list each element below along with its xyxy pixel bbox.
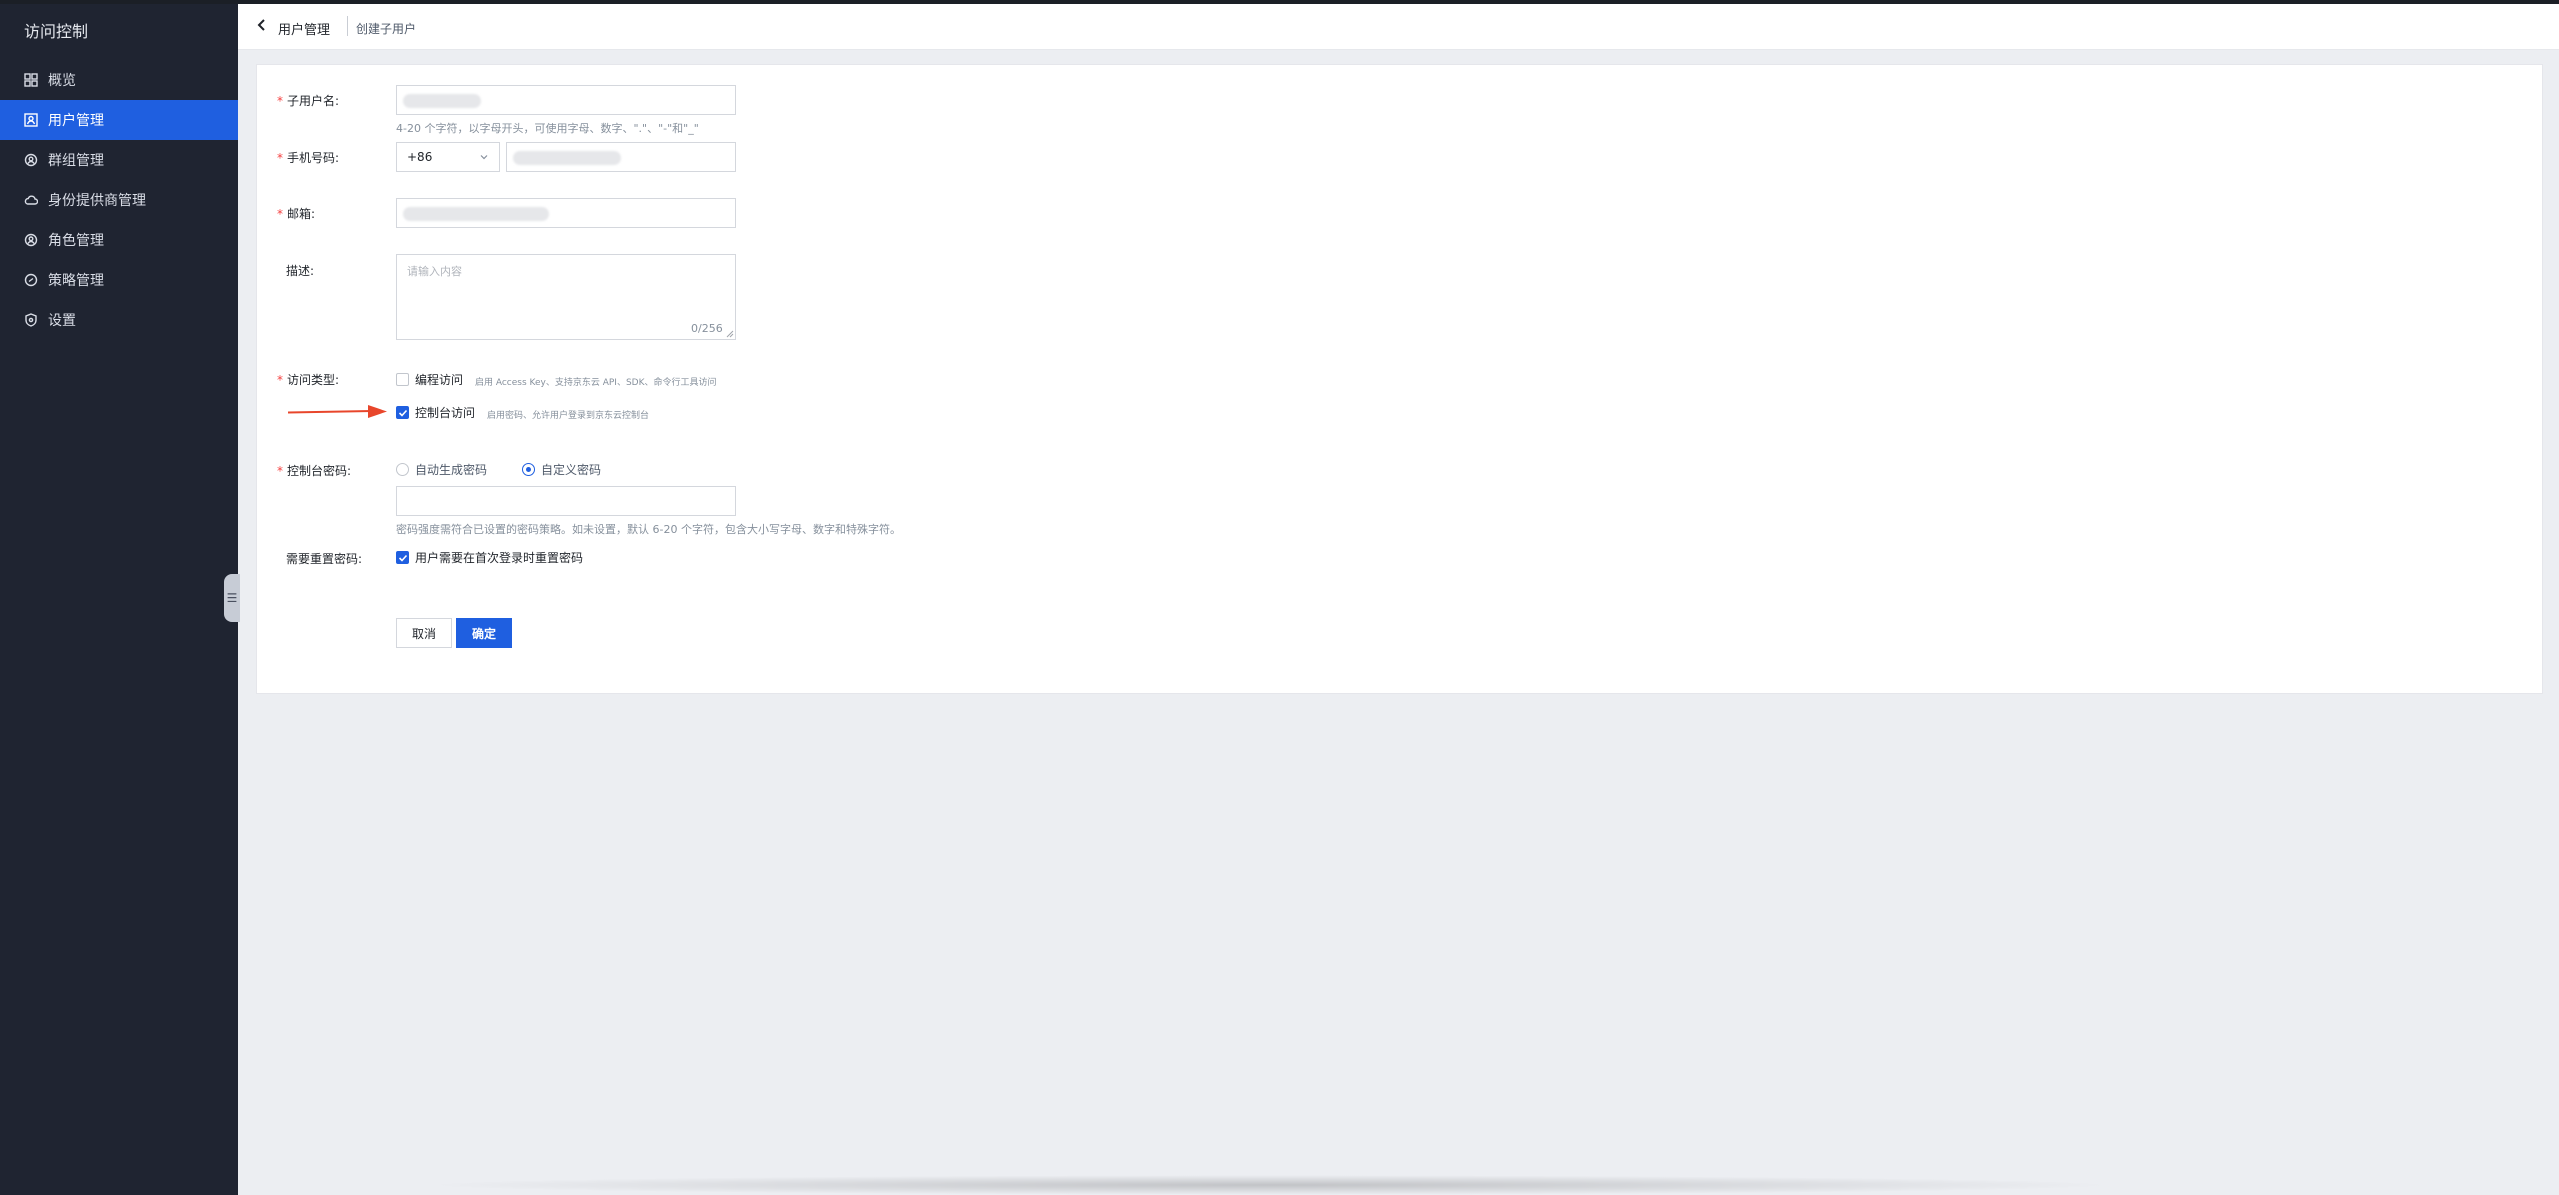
- sidebar-item-users[interactable]: 用户管理: [0, 100, 238, 140]
- reset-password-option-label[interactable]: 用户需要在首次登录时重置密码: [415, 549, 583, 566]
- console-access-hint: 启用密码、允许用户登录到京东云控制台: [487, 411, 650, 421]
- description-label: 描述:: [286, 264, 315, 278]
- custom-password-label[interactable]: 自定义密码: [541, 461, 601, 478]
- checkmark-icon: [398, 554, 408, 562]
- password-policy-hint: 密码强度需符合已设置的密码策略。如未设置，默认 6-20 个字符，包含大小写字母…: [396, 523, 901, 536]
- overview-icon: [24, 73, 38, 87]
- sidebar-item-overview[interactable]: 概览: [0, 60, 238, 100]
- confirm-button[interactable]: 确定: [456, 618, 512, 648]
- sidebar-item-policies[interactable]: 策略管理: [0, 260, 238, 300]
- group-icon: [24, 153, 38, 167]
- console-password-label: * 控制台密码:: [277, 464, 352, 478]
- username-input[interactable]: [396, 85, 736, 115]
- settings-icon: [24, 313, 38, 327]
- reset-password-label: 需要重置密码:: [286, 552, 363, 566]
- redacted-value: [403, 94, 481, 108]
- sidebar-item-label: 策略管理: [48, 273, 104, 289]
- sidebar: 访问控制 概览 用户管理 群组管理 身份提供商管理 角色管理 策略管理 设置: [0, 4, 238, 1195]
- breadcrumb-divider: [347, 16, 348, 36]
- breadcrumb-user-management[interactable]: 用户管理: [278, 19, 330, 38]
- cloud-icon: [24, 193, 38, 207]
- resize-handle-icon[interactable]: [726, 330, 734, 338]
- programmatic-access-label[interactable]: 编程访问: [415, 371, 463, 388]
- auto-generate-password-label[interactable]: 自动生成密码: [415, 461, 487, 478]
- sidebar-item-label: 设置: [48, 313, 76, 329]
- country-code-select[interactable]: +86: [396, 142, 500, 172]
- user-icon: [24, 113, 38, 127]
- reset-password-checkbox[interactable]: [396, 551, 409, 564]
- phone-label: * 手机号码:: [277, 151, 340, 165]
- cancel-button[interactable]: 取消: [396, 618, 452, 648]
- custom-password-radio[interactable]: [522, 463, 535, 476]
- programmatic-access-checkbox[interactable]: [396, 373, 409, 386]
- sidebar-item-groups[interactable]: 群组管理: [0, 140, 238, 180]
- country-code-value: +86: [407, 150, 433, 164]
- console-access-checkbox[interactable]: [396, 406, 409, 419]
- custom-password-input[interactable]: [396, 486, 736, 516]
- red-arrow-annotation-icon: [288, 405, 387, 418]
- sidebar-item-settings[interactable]: 设置: [0, 300, 238, 340]
- sidebar-title: 访问控制: [24, 22, 89, 41]
- redacted-value: [513, 151, 621, 165]
- redacted-value: [403, 207, 549, 221]
- sidebar-item-label: 身份提供商管理: [48, 193, 146, 209]
- username-label: * 子用户名:: [277, 94, 340, 108]
- email-label: * 邮箱:: [277, 207, 316, 221]
- policy-icon: [24, 273, 38, 287]
- description-textarea[interactable]: [396, 254, 736, 340]
- sidebar-item-label: 概览: [48, 73, 76, 89]
- sidebar-item-roles[interactable]: 角色管理: [0, 220, 238, 260]
- sidebar-menu: 概览 用户管理 群组管理 身份提供商管理 角色管理 策略管理 设置: [0, 60, 238, 340]
- auto-generate-password-radio[interactable]: [396, 463, 409, 476]
- role-icon: [24, 233, 38, 247]
- breadcrumb-create-subuser: 创建子用户: [356, 22, 417, 36]
- sidebar-item-label: 用户管理: [48, 113, 104, 129]
- access-type-label: * 访问类型:: [277, 373, 340, 387]
- phone-number-input[interactable]: [506, 142, 736, 172]
- email-input[interactable]: [396, 198, 736, 228]
- console-access-label[interactable]: 控制台访问: [415, 404, 475, 421]
- sidebar-item-label: 角色管理: [48, 233, 104, 249]
- programmatic-access-hint: 启用 Access Key、支持京东云 API、SDK、命令行工具访问: [475, 378, 717, 388]
- username-hint: 4-20 个字符，以字母开头，可使用字母、数字、"."、"-"和"_": [396, 122, 699, 135]
- sidebar-item-identity-providers[interactable]: 身份提供商管理: [0, 180, 238, 220]
- back-arrow-icon[interactable]: [254, 17, 270, 33]
- bottom-shadow: [420, 1175, 2120, 1195]
- checkmark-icon: [398, 409, 408, 417]
- sidebar-item-label: 群组管理: [48, 153, 104, 169]
- description-char-counter: 0/256: [691, 322, 723, 335]
- page-header: 用户管理 创建子用户: [238, 4, 2559, 50]
- chevron-down-icon: [480, 155, 488, 160]
- menu-lines-icon: ☰: [226, 591, 238, 605]
- sidebar-collapse-handle[interactable]: ☰: [224, 574, 240, 622]
